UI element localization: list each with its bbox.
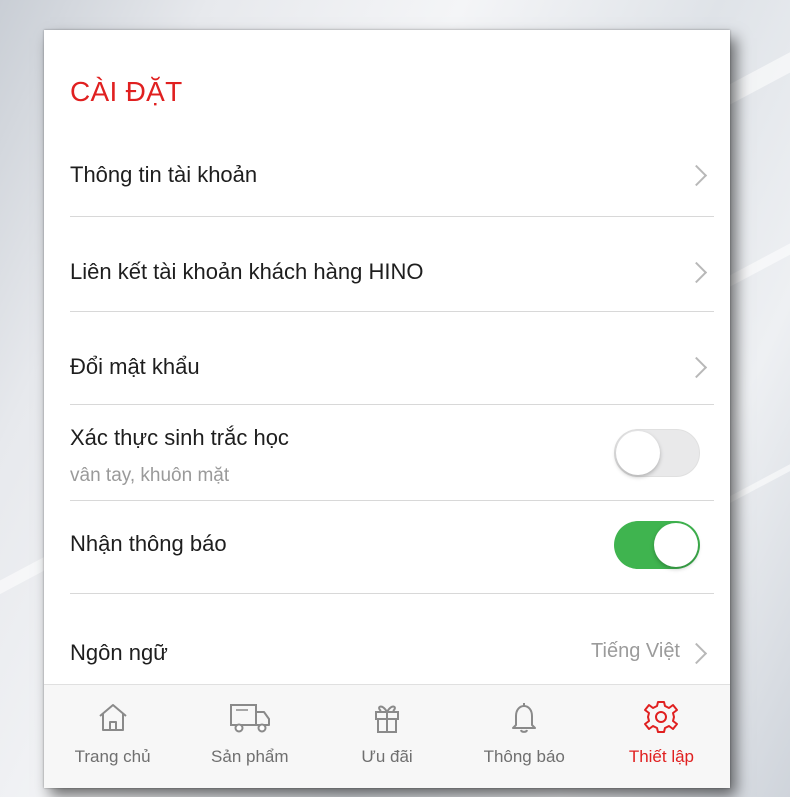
tab-home[interactable]: Trang chủ xyxy=(44,685,181,788)
settings-item-biometric: Xác thực sinh trắc học vân tay, khuôn mặ… xyxy=(70,405,714,501)
notifications-toggle[interactable] xyxy=(614,521,700,569)
settings-item-link-hino-account[interactable]: Liên kết tài khoản khách hàng HINO xyxy=(70,217,714,312)
settings-item-label: Liên kết tài khoản khách hàng HINO xyxy=(70,259,424,284)
tab-settings[interactable]: Thiết lập xyxy=(593,685,730,788)
settings-list: Thông tin tài khoản Liên kết tài khoản k… xyxy=(44,130,730,684)
tab-notifications[interactable]: Thông báo xyxy=(456,685,593,788)
gear-icon xyxy=(644,701,679,733)
bottom-tab-bar: Trang chủ Sản phẩm Ưu đãi Thông báo Thiế… xyxy=(44,684,730,788)
tab-label: Ưu đãi xyxy=(361,747,413,766)
toggle-knob xyxy=(654,523,698,567)
language-value: Tiếng Việt xyxy=(591,640,680,662)
settings-item-language[interactable]: Ngôn ngữ Tiếng Việt xyxy=(70,594,714,684)
settings-item-change-password[interactable]: Đổi mật khẩu xyxy=(70,312,714,405)
bell-icon xyxy=(512,703,537,733)
settings-item-notifications: Nhận thông báo xyxy=(70,501,714,594)
settings-item-label: Nhận thông báo xyxy=(70,531,227,556)
biometric-toggle[interactable] xyxy=(614,429,700,477)
chevron-right-icon xyxy=(685,261,708,284)
tab-products[interactable]: Sản phẩm xyxy=(181,685,318,788)
settings-item-label: Đổi mật khẩu xyxy=(70,354,200,379)
tab-label: Thiết lập xyxy=(628,747,695,766)
settings-item-sublabel: vân tay, khuôn mặt xyxy=(70,465,230,486)
chevron-right-icon xyxy=(685,356,708,379)
chevron-right-icon xyxy=(685,164,708,187)
tab-label: Thông báo xyxy=(483,747,565,766)
tab-label: Trang chủ xyxy=(74,747,151,766)
chevron-right-icon xyxy=(685,642,708,665)
toggle-knob xyxy=(616,431,660,475)
settings-item-label: Xác thực sinh trắc học xyxy=(70,425,289,450)
settings-item-label: Thông tin tài khoản xyxy=(70,162,258,187)
gift-icon xyxy=(375,705,399,733)
settings-screen: CÀI ĐẶT Thông tin tài khoản Liên kết tài… xyxy=(44,30,730,788)
tab-offers[interactable]: Ưu đãi xyxy=(318,685,455,788)
page-title: CÀI ĐẶT xyxy=(70,76,183,107)
home-icon xyxy=(98,704,127,731)
tab-label: Sản phẩm xyxy=(211,747,289,766)
settings-item-account-info[interactable]: Thông tin tài khoản xyxy=(70,130,714,217)
truck-icon xyxy=(229,704,270,733)
settings-item-label: Ngôn ngữ xyxy=(70,640,168,665)
